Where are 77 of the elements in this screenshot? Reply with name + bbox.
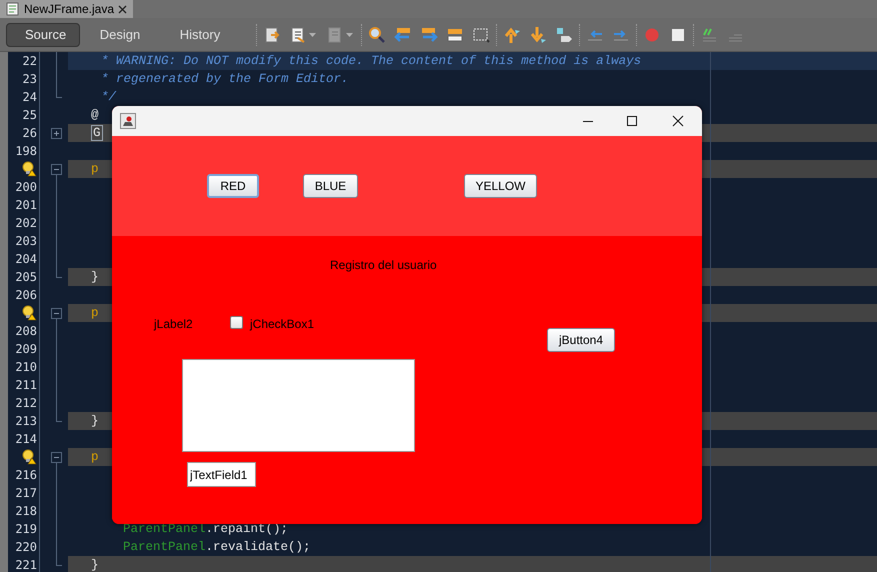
collapse-icon[interactable] — [51, 308, 62, 322]
view-tab[interactable]: Source — [6, 22, 80, 46]
collapse-icon[interactable] — [51, 452, 62, 466]
code-line: ParentPanel.revalidate(); — [123, 540, 311, 554]
line-number: 208 — [15, 325, 37, 337]
code-line: } — [91, 270, 99, 284]
maximize-icon[interactable] — [626, 115, 638, 127]
expand-icon[interactable] — [51, 128, 62, 139]
code-line: */ — [101, 90, 116, 104]
app-icon — [120, 113, 136, 129]
view-tab[interactable]: Design — [80, 22, 160, 46]
arrow-left-icon[interactable] — [394, 26, 412, 44]
button[interactable]: BLUE — [303, 174, 358, 198]
view-tab[interactable]: History — [160, 22, 240, 46]
caret-icon[interactable] — [346, 32, 353, 36]
line-number: 218 — [15, 505, 37, 517]
label: jLabel2 — [154, 316, 193, 333]
checkbox[interactable] — [230, 316, 243, 329]
arrow-up-icon[interactable] — [503, 26, 521, 44]
line-number: 217 — [15, 487, 37, 499]
checkbox-label[interactable]: jCheckBox1 — [250, 315, 314, 333]
line-number: 24 — [22, 91, 37, 103]
code-line: } — [91, 414, 99, 428]
line-number: 216 — [15, 469, 37, 481]
line-number: 220 — [15, 541, 37, 553]
lightbulb-warning-icon[interactable] — [22, 305, 37, 321]
caret-icon[interactable] — [309, 32, 316, 36]
line-number: 209 — [15, 343, 37, 355]
line-number: 210 — [15, 361, 37, 373]
line-number: 204 — [15, 253, 37, 265]
document-arrow-icon[interactable] — [263, 26, 281, 44]
collapse-icon[interactable] — [51, 164, 62, 178]
tag-icon[interactable] — [555, 26, 573, 44]
line-number: 202 — [15, 217, 37, 229]
lightbulb-warning-icon[interactable] — [22, 449, 37, 465]
line-number: 198 — [15, 145, 37, 157]
code-line: ParentPanel.repaint(); — [123, 522, 288, 536]
button[interactable]: jButton4 — [547, 328, 615, 352]
search-icon[interactable] — [368, 26, 386, 44]
text-field[interactable]: jTextField1 — [187, 462, 256, 487]
button[interactable]: YELLOW — [464, 174, 537, 198]
code-line: p — [91, 306, 99, 320]
line-number: 213 — [15, 415, 37, 427]
code-line: p — [91, 162, 99, 176]
editor-tab[interactable]: NewJFrame.java — [0, 0, 134, 18]
heading-label: Registro del usuario — [330, 257, 437, 274]
arrow-right-icon[interactable] — [420, 26, 438, 44]
line-number: 205 — [15, 271, 37, 283]
line-number: 25 — [22, 109, 37, 121]
button[interactable]: RED — [207, 174, 259, 198]
line-number: 211 — [15, 379, 37, 391]
line-number: 212 — [15, 397, 37, 409]
line-number: 26 — [22, 127, 37, 139]
selection-icon[interactable] — [472, 26, 490, 44]
code-line: } — [91, 558, 99, 572]
line-number: 22 — [22, 55, 37, 67]
line-number: 219 — [15, 523, 37, 535]
code-line: * WARNING: Do NOT modify this code. The content of this method is always — [101, 54, 642, 68]
close-icon[interactable] — [672, 115, 684, 127]
code-line: * regenerated by the Form Editor. — [101, 72, 349, 86]
line-number: 214 — [15, 433, 37, 445]
line-number: 200 — [15, 181, 37, 193]
document-icon[interactable] — [289, 26, 307, 44]
text-area[interactable] — [182, 359, 415, 452]
lightbulb-warning-icon[interactable] — [22, 161, 37, 177]
code-line: @ — [91, 108, 99, 122]
line-number: 203 — [15, 235, 37, 247]
java-file-icon — [6, 2, 20, 16]
tab-label: NewJFrame.java — [24, 1, 114, 18]
comment-icon[interactable] — [700, 26, 718, 44]
line-number: 201 — [15, 199, 37, 211]
line-number: 206 — [15, 289, 37, 301]
close-icon[interactable] — [118, 4, 128, 14]
arrow-down-icon[interactable] — [529, 26, 547, 44]
line-number: 221 — [15, 559, 37, 571]
line-number: 23 — [22, 73, 37, 85]
code-line: p — [91, 450, 99, 464]
